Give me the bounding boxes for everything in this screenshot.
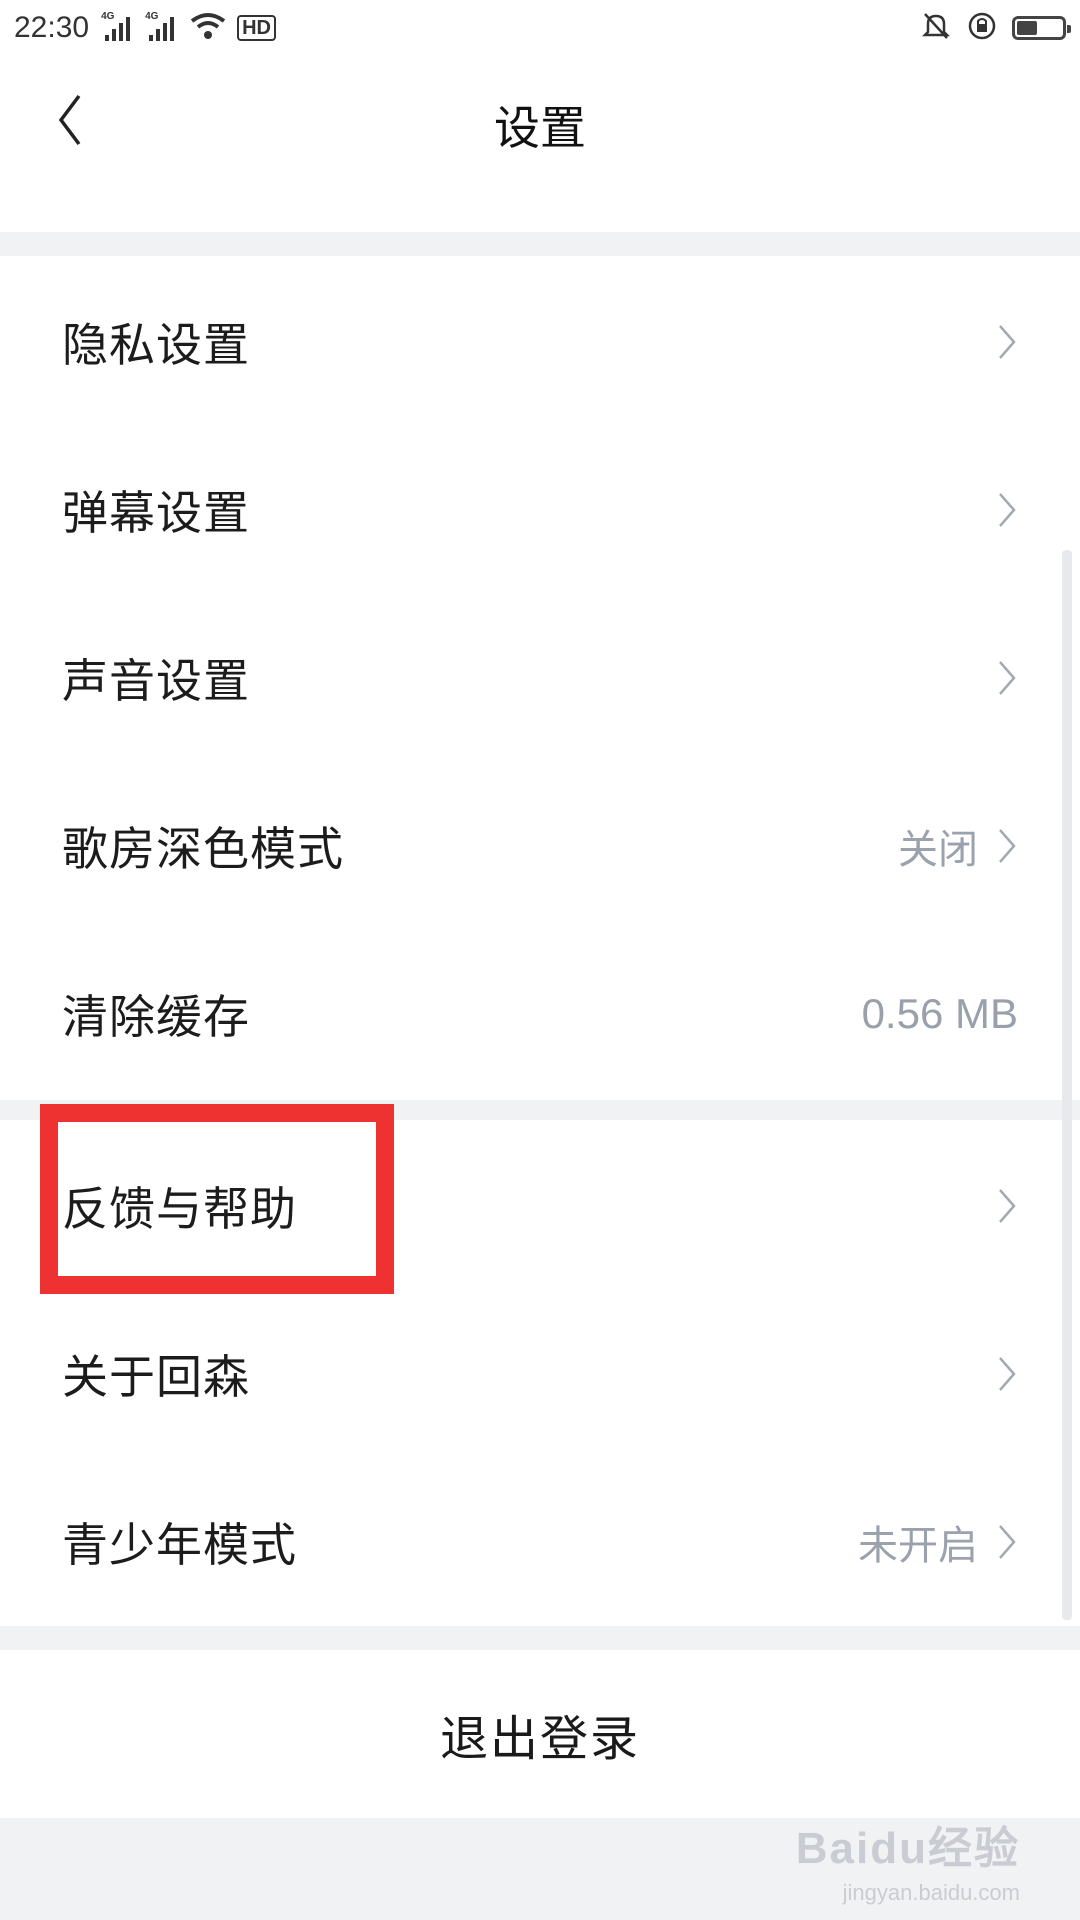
status-network-icons: 4G 4G HD (101, 11, 276, 45)
header: 设置 (0, 56, 1080, 176)
setting-trailing (996, 322, 1018, 362)
setting-value: 关闭 (898, 827, 978, 873)
chevron-right-icon (999, 1189, 1016, 1223)
hd-voice-icon: HD (237, 15, 276, 41)
setting-row-clear-cache[interactable]: 清除缓存 0.56 MB (0, 930, 1060, 1098)
setting-trailing: 关闭 (898, 817, 1018, 875)
setting-trailing (996, 1354, 1018, 1394)
watermark: Baidu经验 jingyan.baidu.com (796, 1812, 1020, 1906)
setting-row-dark-mode[interactable]: 歌房深色模式 关闭 (0, 762, 1060, 930)
setting-row-teen-mode[interactable]: 青少年模式 未开启 (0, 1458, 1060, 1626)
scrollbar[interactable] (1062, 550, 1072, 1620)
section-divider (0, 1626, 1080, 1650)
setting-value: 未开启 (858, 1523, 978, 1569)
setting-label: 青少年模式 (62, 1518, 297, 1572)
setting-label: 清除缓存 (62, 990, 250, 1044)
rotation-lock-icon (966, 10, 998, 46)
setting-label: 隐私设置 (62, 318, 250, 372)
status-bar: 22:30 4G 4G HD (0, 0, 1080, 56)
logout-label: 退出登录 (439, 1711, 640, 1767)
setting-label: 弹幕设置 (62, 486, 250, 540)
status-time: 22:30 (14, 11, 90, 44)
status-left: 22:30 4G 4G HD (14, 11, 276, 45)
chevron-right-icon (999, 829, 1016, 863)
chevron-right-icon (999, 1357, 1016, 1391)
setting-trailing: 0.56 MB (862, 990, 1018, 1038)
setting-row-privacy[interactable]: 隐私设置 (0, 258, 1060, 426)
watermark-url: jingyan.baidu.com (842, 1880, 1020, 1905)
chevron-right-icon (999, 325, 1016, 359)
setting-row-danmaku[interactable]: 弹幕设置 (0, 426, 1060, 594)
section-divider (0, 232, 1080, 256)
page-title: 设置 (494, 101, 586, 155)
network-type-label: 4G (145, 11, 159, 22)
network-type-label: 4G (101, 11, 115, 22)
setting-trailing: 未开启 (858, 1513, 1018, 1571)
setting-row-about[interactable]: 关于回森 (0, 1290, 1060, 1458)
setting-label: 关于回森 (62, 1350, 250, 1404)
setting-trailing (996, 490, 1018, 530)
signal-icon: 4G (145, 11, 179, 43)
watermark-logo: Baidu经验 (795, 1824, 1020, 1873)
setting-label: 声音设置 (62, 654, 250, 708)
status-right (920, 10, 1071, 46)
logout-button[interactable]: 退出登录 (0, 1650, 1080, 1818)
chevron-right-icon (999, 1525, 1016, 1559)
signal-icon: 4G (101, 11, 135, 43)
setting-label: 歌房深色模式 (62, 822, 344, 876)
battery-icon (1012, 16, 1071, 40)
cache-size-value: 0.56 MB (861, 990, 1018, 1037)
wifi-icon (189, 11, 227, 45)
chevron-right-icon (999, 661, 1016, 695)
bell-muted-icon (920, 10, 952, 46)
setting-row-sound[interactable]: 声音设置 (0, 594, 1060, 762)
setting-trailing (996, 658, 1018, 698)
setting-trailing (996, 1186, 1018, 1226)
chevron-right-icon (999, 493, 1016, 527)
highlight-box (40, 1104, 394, 1294)
